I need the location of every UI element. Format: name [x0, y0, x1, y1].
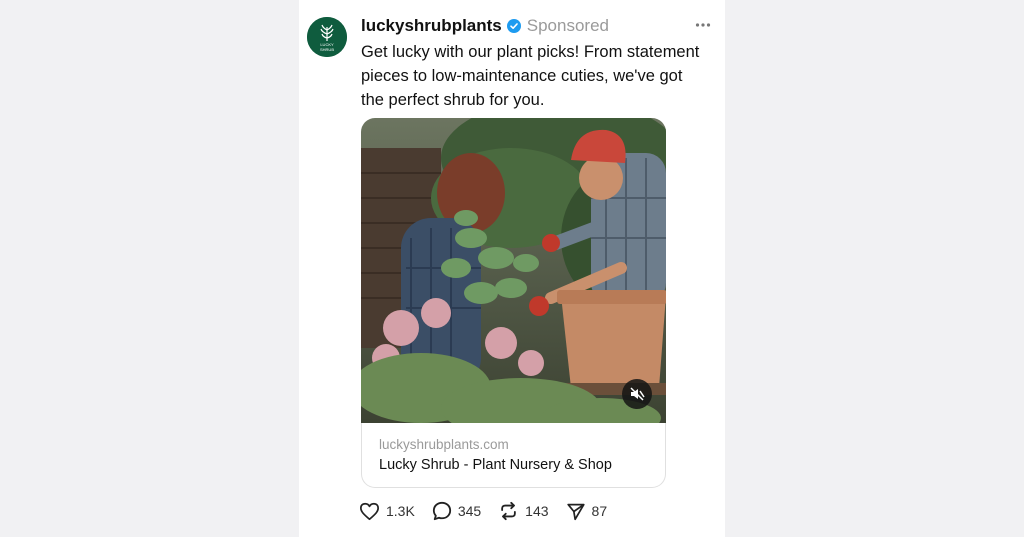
username[interactable]: luckyshrubplants [361, 16, 502, 36]
repost-icon [501, 501, 516, 521]
share-button[interactable]: 87 [566, 502, 608, 521]
link-title: Lucky Shrub - Plant Nursery & Shop [379, 457, 612, 473]
verified-badge-icon [506, 19, 521, 33]
muted-speaker-icon [630, 387, 645, 401]
heart-icon [360, 502, 379, 520]
post-header: luckyshrubplants Sponsored [361, 15, 609, 37]
post-video[interactable] [361, 118, 666, 423]
avatar[interactable]: LUCKY SHRUB [307, 17, 347, 57]
gardening-video-frame [361, 118, 666, 423]
share-count: 87 [591, 503, 608, 519]
link-domain: luckyshrubplants.com [379, 437, 509, 452]
send-icon [566, 503, 585, 520]
post-actions: 1.3K 345 143 87 [359, 500, 624, 522]
repost-count: 143 [525, 503, 549, 519]
link-preview-card[interactable]: luckyshrubplants.com Lucky Shrub - Plant… [361, 423, 666, 488]
comment-count: 345 [457, 503, 482, 519]
post-card: LUCKY SHRUB luckyshrubplants Sponsored G… [299, 0, 725, 537]
like-button[interactable]: 1.3K [359, 502, 415, 521]
lucky-shrub-logo: LUCKY SHRUB [307, 17, 347, 57]
sponsored-label: Sponsored [526, 16, 609, 35]
svg-text:SHRUB: SHRUB [320, 47, 334, 52]
comment-bubble-icon [432, 501, 451, 521]
mute-toggle-button[interactable] [622, 379, 652, 409]
repost-button[interactable]: 143 [498, 501, 549, 521]
post-caption: Get lucky with our plant picks! From sta… [361, 43, 700, 109]
comment-button[interactable]: 345 [432, 501, 481, 521]
more-options-icon[interactable] [695, 18, 711, 30]
like-count: 1.3K [386, 503, 415, 519]
